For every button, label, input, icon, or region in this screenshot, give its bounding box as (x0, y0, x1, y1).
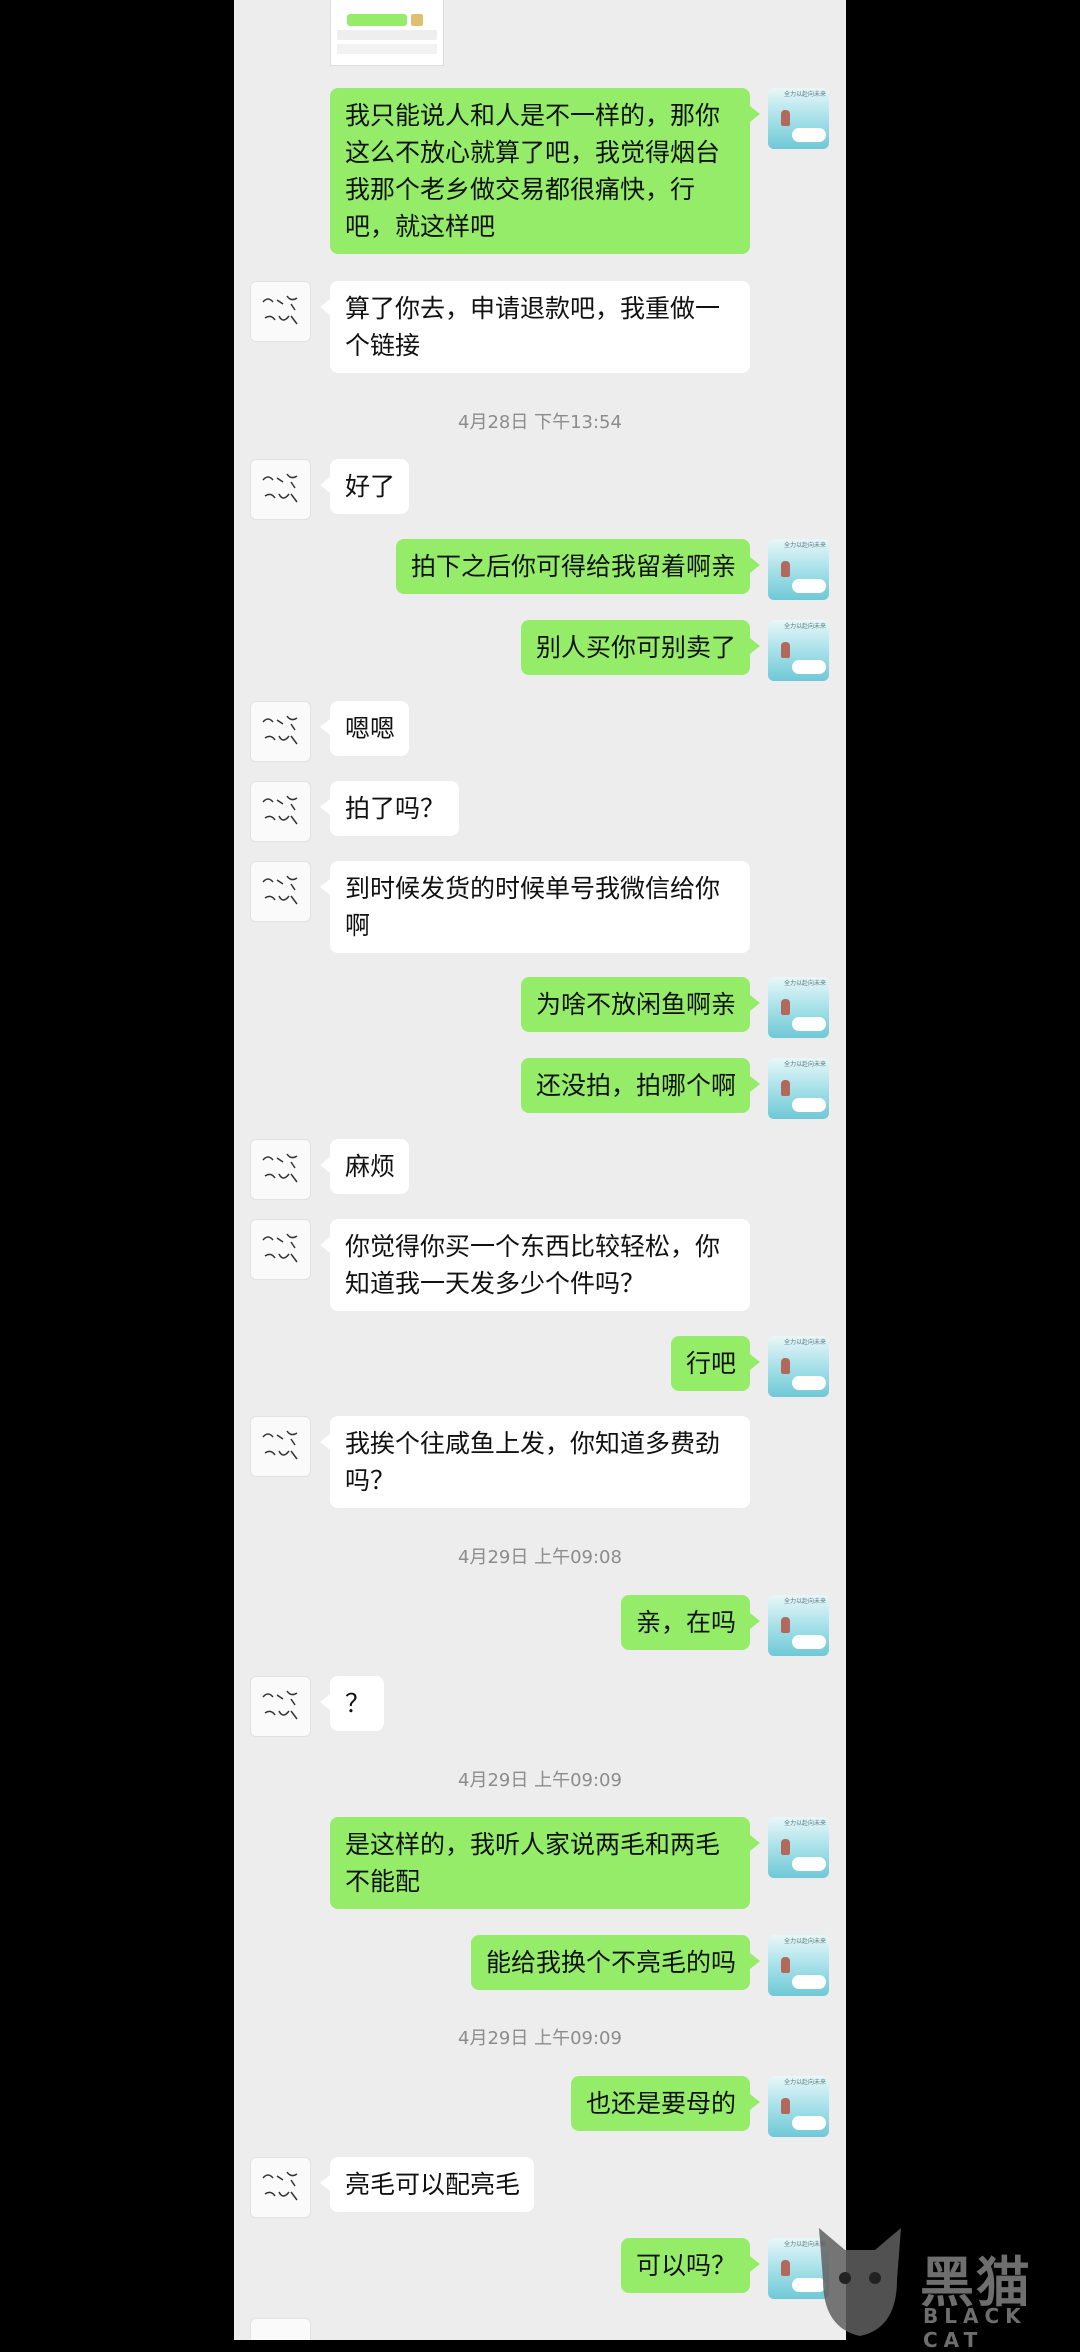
message-bubble-received[interactable]: 麻烦 (319, 1139, 410, 1194)
user-avatar-icon[interactable]: 全力以赴向未来 (768, 620, 829, 681)
message-bubble-sent[interactable]: 为啥不放闲鱼啊亲 (520, 977, 761, 1032)
message-bubble-received[interactable]: 算了你去，申请退款吧，我重做一个链接 (320, 281, 750, 373)
timestamp: 4月29日 上午09:09 (458, 1770, 622, 1791)
contact-avatar-icon[interactable] (250, 1676, 311, 1737)
message-bubble-sent[interactable]: 我只能说人和人是不一样的，那你这么不放心就算了吧，我觉得烟台我那个老乡做交易都很… (330, 88, 760, 254)
message-bubble-received[interactable]: 我挨个往咸鱼上发，你知道多费劲吗？ (320, 1416, 750, 1508)
contact-avatar-icon[interactable] (250, 459, 311, 520)
message-bubble-sent[interactable]: 行吧 (670, 1336, 761, 1391)
contact-avatar-icon[interactable] (250, 1416, 311, 1477)
watermark-subtitle: BLACK CAT (923, 2304, 1027, 2352)
user-avatar-icon[interactable]: 全力以赴向未来 (768, 539, 829, 600)
user-avatar-icon[interactable]: 全力以赴向未来 (768, 88, 829, 149)
user-avatar-icon[interactable]: 全力以赴向未来 (768, 2076, 829, 2137)
message-bubble-sent[interactable]: 能给我换个不亮毛的吗 (470, 1935, 761, 1990)
message-bubble-sent[interactable]: 亲，在吗 (620, 1595, 761, 1650)
user-avatar-icon[interactable]: 全力以赴向未来 (768, 1058, 829, 1119)
contact-avatar-icon[interactable] (250, 2318, 311, 2340)
black-cat-logo-icon (819, 2228, 901, 2336)
timestamp: 4月29日 上午09:09 (458, 2028, 622, 2049)
message-bubble-received[interactable]: ？ (319, 1676, 385, 1731)
timestamp: 4月29日 上午09:08 (458, 1547, 622, 1568)
message-bubble-sent[interactable]: 别人买你可别卖了 (520, 620, 761, 675)
user-avatar-icon[interactable]: 全力以赴向未来 (768, 1336, 829, 1397)
message-bubble-received[interactable]: 好了 (319, 459, 410, 514)
user-avatar-icon[interactable]: 全力以赴向未来 (768, 1595, 829, 1656)
message-bubble-received[interactable]: 嗯嗯 (319, 701, 410, 756)
contact-avatar-icon[interactable] (250, 1139, 311, 1200)
contact-avatar-icon[interactable] (250, 861, 311, 922)
message-bubble-received[interactable]: 你觉得你买一个东西比较轻松，你知道我一天发多少个件吗？ (320, 1219, 750, 1311)
contact-avatar-icon[interactable] (250, 781, 311, 842)
message-bubble-sent[interactable]: 是这样的，我听人家说两毛和两毛不能配 (330, 1817, 760, 1909)
message-bubble-received[interactable]: 拍了吗？ (319, 781, 460, 836)
message-bubble-sent[interactable]: 还没拍，拍哪个啊 (520, 1058, 761, 1113)
message-bubble-received[interactable]: 到时候发货的时候单号我微信给你啊 (320, 861, 750, 953)
chat-view[interactable]: 我只能说人和人是不一样的，那你这么不放心就算了吧，我觉得烟台我那个老乡做交易都很… (234, 0, 846, 2340)
shared-screenshot-image[interactable] (330, 0, 444, 66)
black-cat-watermark: 黑猫 BLACK CAT (805, 2220, 1080, 2352)
user-avatar-icon[interactable]: 全力以赴向未来 (768, 1817, 829, 1878)
user-avatar-icon[interactable]: 全力以赴向未来 (768, 1935, 829, 1996)
message-bubble-sent[interactable]: 可以吗？ (620, 2238, 761, 2293)
contact-avatar-icon[interactable] (250, 281, 311, 342)
message-bubble-sent[interactable]: 拍下之后你可得给我留着啊亲 (395, 539, 761, 594)
contact-avatar-icon[interactable] (250, 701, 311, 762)
timestamp: 4月28日 下午13:54 (458, 412, 622, 433)
message-bubble-received[interactable]: 亮毛可以配亮毛 (319, 2157, 535, 2212)
contact-avatar-icon[interactable] (250, 2157, 311, 2218)
contact-avatar-icon[interactable] (250, 1219, 311, 1280)
user-avatar-icon[interactable]: 全力以赴向未来 (768, 977, 829, 1038)
message-bubble-sent[interactable]: 也还是要母的 (570, 2076, 761, 2131)
